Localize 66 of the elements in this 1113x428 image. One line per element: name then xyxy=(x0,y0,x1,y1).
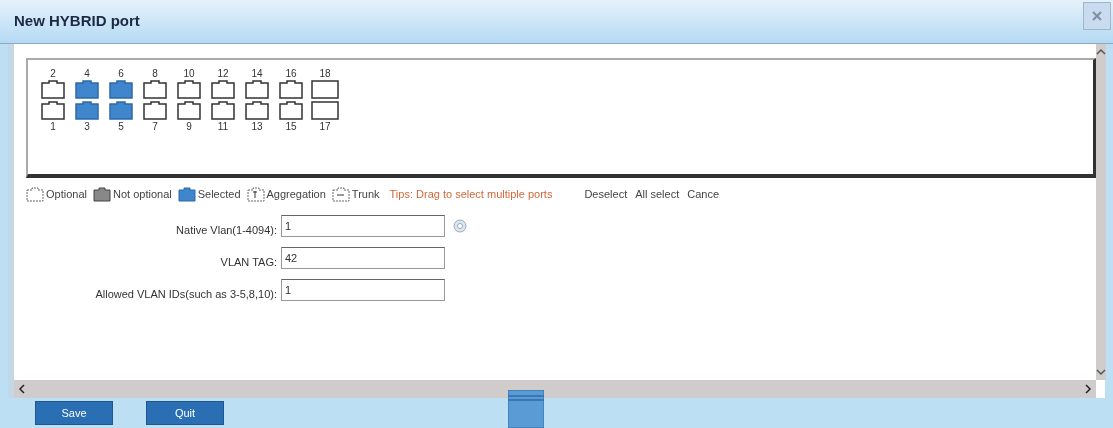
field-label: VLAN TAG: xyxy=(219,254,278,269)
field-label: Native Vlan(1-4094): xyxy=(175,222,278,237)
port-icon[interactable] xyxy=(279,80,303,99)
port-number: 2 xyxy=(50,68,56,79)
port-legend-icon xyxy=(93,186,111,202)
port-icon[interactable] xyxy=(177,80,201,99)
port-icon[interactable] xyxy=(311,80,339,99)
scroll-right-icon[interactable] xyxy=(1084,384,1092,394)
port-number: 17 xyxy=(319,121,331,132)
window-title: New HYBRID port xyxy=(14,11,140,32)
action-link[interactable]: Deselect xyxy=(584,186,628,203)
horizontal-scrollbar[interactable] xyxy=(14,380,1096,398)
port-icon[interactable] xyxy=(245,101,269,120)
port-number: 12 xyxy=(217,68,229,79)
action-link[interactable]: All select xyxy=(635,186,680,203)
port-number: 15 xyxy=(285,121,297,132)
port-icon[interactable] xyxy=(41,80,65,99)
legend-label: Not optional xyxy=(113,187,172,202)
port-icon[interactable] xyxy=(143,80,167,99)
port-number: 5 xyxy=(118,121,124,132)
port-number: 8 xyxy=(152,68,158,79)
text-field[interactable]: 42 xyxy=(281,246,445,269)
scroll-down-icon[interactable] xyxy=(1096,368,1106,376)
port-icon[interactable] xyxy=(311,101,339,120)
legend-label: Aggregation xyxy=(266,187,326,202)
text-field[interactable]: 1 xyxy=(281,278,445,301)
port-legend-icon xyxy=(331,186,350,202)
action-link[interactable]: Cance xyxy=(687,186,719,203)
field-label: Allowed VLAN IDs(such as 3-5,8,10): xyxy=(94,286,278,301)
close-icon xyxy=(1091,10,1103,22)
port-number: 7 xyxy=(152,121,158,132)
port-legend-icon xyxy=(246,186,265,202)
port-icon[interactable] xyxy=(245,80,269,99)
legend-label: Optional xyxy=(46,187,87,202)
text-field[interactable]: 1 xyxy=(281,214,445,237)
port-number: 14 xyxy=(251,68,263,79)
port-number: 11 xyxy=(217,121,229,132)
port-number: 3 xyxy=(84,121,90,132)
scroll-up-icon[interactable] xyxy=(1096,48,1106,56)
port-number: 10 xyxy=(183,68,195,79)
port-number: 6 xyxy=(118,68,124,79)
dialog-button[interactable]: Save xyxy=(35,401,113,425)
port-icon[interactable] xyxy=(109,101,133,120)
legend-label: Trunk xyxy=(351,187,380,202)
port-icon[interactable] xyxy=(41,101,65,120)
port-icon[interactable] xyxy=(211,80,235,99)
port-number: 9 xyxy=(186,121,192,132)
tip-text: Tips: Drag to select multiple ports xyxy=(389,187,553,202)
port-icon[interactable] xyxy=(279,101,303,120)
port-number: 18 xyxy=(319,68,331,79)
port-number: 1 xyxy=(50,121,56,132)
port-icon[interactable] xyxy=(75,101,99,120)
legend-label: Selected xyxy=(197,187,241,202)
port-number: 13 xyxy=(251,121,263,132)
port-icon[interactable] xyxy=(143,101,167,120)
scroll-left-icon[interactable] xyxy=(18,384,26,394)
dialog-button[interactable]: Quit xyxy=(146,401,224,425)
port-number: 4 xyxy=(84,68,90,79)
port-icon[interactable] xyxy=(109,80,133,99)
port-legend-icon xyxy=(26,186,44,202)
port-number: 16 xyxy=(285,68,297,79)
port-icon[interactable] xyxy=(177,101,201,120)
vertical-scrollbar[interactable] xyxy=(1096,44,1106,380)
port-icon[interactable] xyxy=(211,101,235,120)
port-legend-icon xyxy=(177,186,196,202)
port-icon[interactable] xyxy=(75,80,99,99)
